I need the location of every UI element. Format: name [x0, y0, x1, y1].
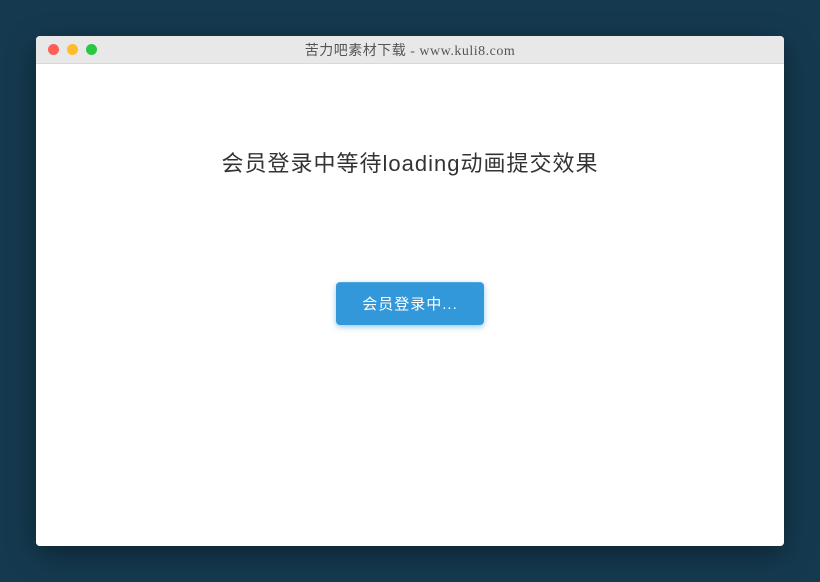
titlebar: 苦力吧素材下载 - www.kuli8.com	[36, 36, 784, 64]
button-container: 会员登录中...	[336, 282, 484, 325]
window-title: 苦力吧素材下载 - www.kuli8.com	[36, 40, 784, 60]
app-window: 苦力吧素材下载 - www.kuli8.com 会员登录中等待loading动画…	[36, 36, 784, 546]
maximize-icon[interactable]	[86, 44, 97, 55]
page-heading: 会员登录中等待loading动画提交效果	[222, 146, 599, 178]
minimize-icon[interactable]	[67, 44, 78, 55]
content-area: 会员登录中等待loading动画提交效果 会员登录中...	[36, 64, 784, 546]
login-button[interactable]: 会员登录中...	[336, 282, 484, 325]
close-icon[interactable]	[48, 44, 59, 55]
window-controls	[48, 44, 97, 55]
